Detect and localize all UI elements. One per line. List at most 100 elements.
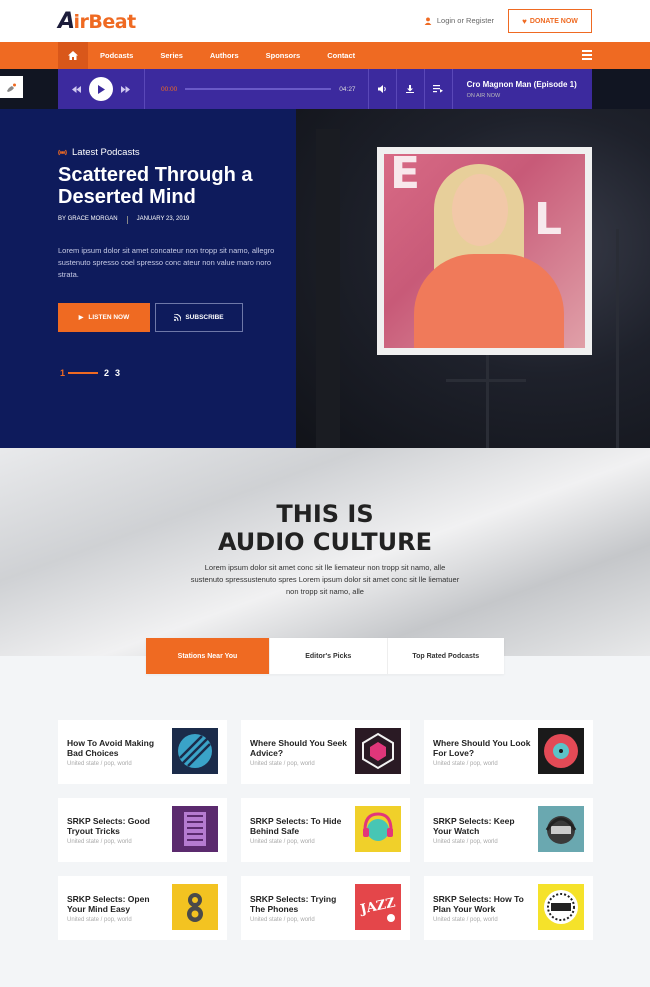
podcast-card-title[interactable]: Where Should You Seek Advice? [250,738,350,758]
podcast-card[interactable]: SRKP Selects: How To Plan Your Work Unite… [424,876,593,940]
podcast-card-subtitle: United state / pop, world [67,917,132,923]
badge-icon[interactable] [538,884,584,930]
now-playing-status: ON AIR NOW [466,92,501,99]
donate-button[interactable]: ♥ DONATE NOW [508,9,592,33]
culture-title-line1: THIS IS [276,500,374,528]
tab-editors-picks[interactable]: Editor's Picks [269,638,387,674]
logo-text: irBeat [73,11,137,33]
podcast-grid: How To Avoid Making Bad Choices United st… [58,720,593,940]
nav-item-sponsors[interactable]: Sponsors [266,51,301,60]
hero-kicker-label: Latest Podcasts [72,147,140,158]
main-nav: Podcasts Series Authors Sponsors Contact [0,42,650,69]
cube-icon[interactable] [355,728,401,774]
podcast-card-title[interactable]: SRKP Selects: Trying The Phones [250,894,350,914]
podcast-card-title[interactable]: How To Avoid Making Bad Choices [67,738,167,758]
podcast-card-title[interactable]: SRKP Selects: Keep Your Watch [433,816,533,836]
podcast-card-title[interactable]: SRKP Selects: Open Your Mind Easy [67,894,167,914]
podcast-card-subtitle: United state / pop, world [67,761,132,767]
brush-icon [7,83,16,92]
hero: 00:00 04:27 Cro Magnon Man (Episode 1) O… [0,69,650,448]
rewind-icon[interactable] [72,85,81,93]
play-icon: ▶ [78,315,84,321]
hero-description: Lorem ipsum dolor sit amet concateur non… [58,246,275,279]
playlist-icon [433,85,444,93]
listen-now-button[interactable]: ▶ LISTEN NOW [58,303,150,332]
nav-item-series[interactable]: Series [160,51,183,60]
nav-item-contact[interactable]: Contact [327,51,355,60]
play-icon [98,84,105,94]
logo[interactable]: AirBeat [58,9,136,34]
hero-author[interactable]: BY GRACE MORGAN [58,216,118,224]
podcast-card-title[interactable]: SRKP Selects: To Hide Behind Safe [250,816,350,836]
login-register-link[interactable]: Login or Register [424,16,494,25]
settings-tool[interactable] [0,76,23,98]
culture-text: Lorem ipsum dolor sit amet conc sit lle … [190,563,460,596]
jazz-icon[interactable]: JAZZ [355,884,401,930]
menu-icon[interactable] [582,50,592,60]
subscribe-label: SUBSCRIBE [185,314,224,321]
headphones-icon[interactable] [355,806,401,852]
user-icon [424,16,432,25]
building-icon[interactable] [172,806,218,852]
home-button[interactable] [58,42,88,69]
login-label: Login or Register [436,16,494,25]
donate-label: DONATE NOW [529,17,578,25]
podcast-card[interactable]: How To Avoid Making Bad Choices United st… [58,720,227,784]
podcast-card[interactable]: SRKP Selects: Good Tryout Tricks United s… [58,798,227,862]
culture-section: THIS IS AUDIO CULTURE Lorem ipsum dolor … [0,448,650,656]
podcast-card[interactable]: SRKP Selects: To Hide Behind Safe United … [241,798,410,862]
hero-title[interactable]: Scattered Through a Deserted Mind [58,164,288,208]
culture-title: THIS IS AUDIO CULTURE [0,500,650,556]
playlist-button[interactable] [423,69,452,109]
pager-item-3[interactable]: 3 [115,368,120,378]
podcast-card[interactable]: SRKP Selects: Open Your Mind Easy United … [58,876,227,940]
pager-item-2[interactable]: 2 [104,368,109,378]
hero-pager: 1 2 3 [60,368,126,378]
now-playing-title[interactable]: Cro Magnon Man (Episode 1) [467,80,577,89]
download-button[interactable] [395,69,424,109]
podcast-card-subtitle: United state / pop, world [433,839,498,845]
podcast-card-title[interactable]: SRKP Selects: Good Tryout Tricks [67,816,167,836]
tab-stations-near-you[interactable]: Stations Near You [146,638,269,674]
podcast-card-subtitle: United state / pop, world [250,839,315,845]
record-icon[interactable] [538,728,584,774]
podcast-card[interactable]: SRKP Selects: Keep Your Watch United stat… [424,798,593,862]
tab-top-rated-podcasts[interactable]: Top Rated Podcasts [386,638,505,674]
pager-item-1[interactable]: 1 [60,368,65,378]
subscribe-button[interactable]: SUBSCRIBE [155,303,243,332]
podcast-card-title[interactable]: SRKP Selects: How To Plan Your Work [433,894,533,914]
podcast-card[interactable]: SRKP Selects: Trying The Phones United st… [241,876,410,940]
podcast-card-subtitle: United state / pop, world [250,761,315,767]
fast-forward-icon[interactable] [121,85,130,93]
hero-image-frame: E L [377,147,592,355]
podcast-card[interactable]: Where Should You Look For Love? United st… [424,720,593,784]
progress-bar[interactable] [185,88,332,90]
hero-date: JANUARY 23, 2019 [136,216,190,222]
volume-button[interactable] [367,69,396,109]
podcast-card-title[interactable]: Where Should You Look For Love? [433,738,533,758]
top-bar: AirBeat Login or Register ♥ DONATE NOW [0,0,650,42]
now-playing: Cro Magnon Man (Episode 1) ON AIR NOW [451,69,577,109]
volume-icon [377,85,386,93]
circle-stripes-icon[interactable] [172,728,218,774]
podcast-tabs: Stations Near You Editor's Picks Top Rat… [146,638,504,674]
podcast-card-subtitle: United state / pop, world [433,761,498,767]
podcast-icon [58,149,67,156]
podcast-card[interactable]: Where Should You Seek Advice? United stat… [241,720,410,784]
audio-player: 00:00 04:27 Cro Magnon Man (Episode 1) O… [58,69,592,109]
hero-kicker: Latest Podcasts [58,147,140,158]
hero-meta: BY GRACE MORGAN JANUARY 23, 2019 [58,216,189,224]
listen-now-label: LISTEN NOW [88,314,130,321]
duration: 04:27 [339,85,356,93]
number-icon[interactable] [172,884,218,930]
play-button[interactable] [89,77,113,101]
podcast-card-subtitle: United state / pop, world [67,839,132,845]
helmet-icon[interactable] [538,806,584,852]
current-time: 00:00 [161,85,178,93]
culture-title-line2: AUDIO CULTURE [217,528,433,556]
heart-icon: ♥ [522,16,527,26]
nav-item-podcasts[interactable]: Podcasts [100,51,133,60]
hero-photo: E L [384,154,585,348]
podcast-card-subtitle: United state / pop, world [250,917,315,923]
nav-item-authors[interactable]: Authors [210,51,239,60]
